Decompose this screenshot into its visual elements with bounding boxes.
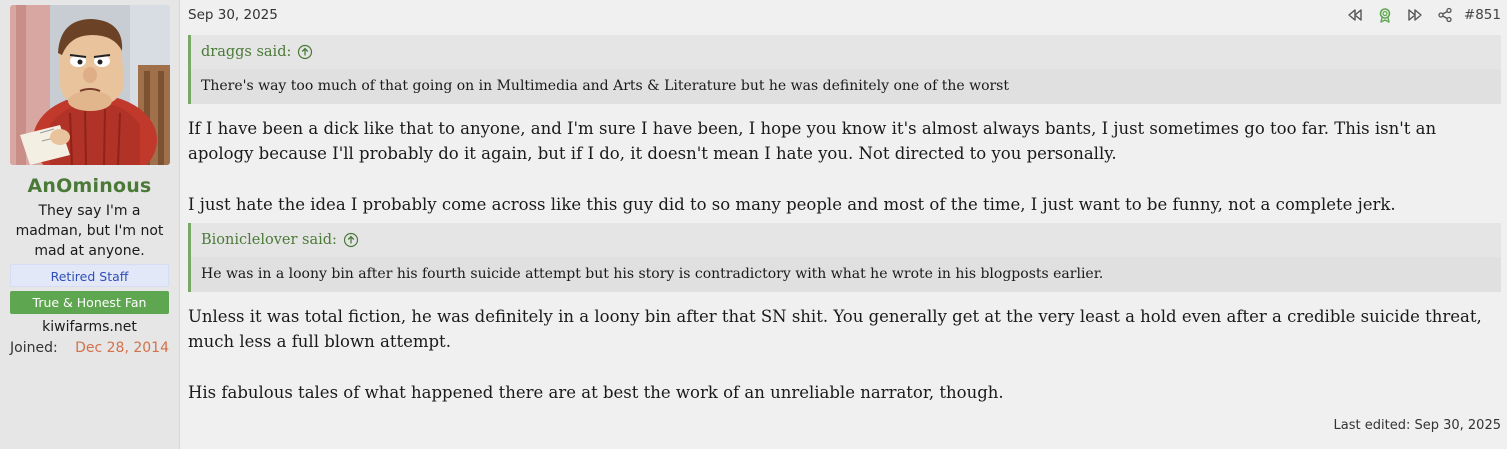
avatar-image [10,5,170,165]
quote-text: He was in a loony bin after his fourth s… [191,257,1501,292]
fast-forward-icon[interactable] [1400,6,1430,24]
quote-author-link[interactable]: draggs said: [201,44,291,60]
retired-staff-banner: Retired Staff [10,264,169,287]
quote-block: draggs said: There's way too much of tha… [188,35,1501,104]
award-icon[interactable] [1370,6,1400,24]
quote-block: Bioniclelover said: He was in a loony bi… [188,223,1501,292]
post-header: Sep 30, 2025 #851 [188,6,1501,24]
rewind-icon[interactable] [1340,6,1370,24]
username[interactable]: AnOminous [10,175,169,197]
forum-post: AnOminous They say I'm a madman, but I'm… [0,0,1507,449]
post-paragraph: His fabulous tales of what happened ther… [188,383,1004,402]
user-site: kiwifarms.net [42,319,137,335]
post-body: Sep 30, 2025 #851 draggs said: There's w… [180,0,1507,449]
post-paragraph: If I have been a dick like that to anyon… [188,119,1437,163]
quote-header: Bioniclelover said: [191,223,1501,257]
quote-text: There's way too much of that going on in… [191,69,1501,104]
user-sidebar: AnOminous They say I'm a madman, but I'm… [0,0,180,449]
quote-author-link[interactable]: Bioniclelover said: [201,232,337,248]
post-paragraph: Unless it was total fiction, he was defi… [188,307,1482,351]
joined-date: Dec 28, 2014 [75,340,169,356]
jump-up-icon[interactable] [297,44,313,60]
avatar[interactable] [10,5,170,165]
share-icon[interactable] [1430,6,1460,24]
jump-up-icon[interactable] [343,232,359,248]
post-date[interactable]: Sep 30, 2025 [188,7,278,23]
post-paragraph: I just hate the idea I probably come acr… [188,195,1396,214]
user-title: They say I'm a madman, but I'm not mad a… [15,203,164,259]
joined-row: Joined: Dec 28, 2014 [10,340,169,356]
quote-header: draggs said: [191,35,1501,69]
post-number[interactable]: #851 [1464,7,1501,23]
post-actions: #851 [1340,6,1501,24]
last-edited: Last edited: Sep 30, 2025 [1333,418,1501,433]
joined-label: Joined: [10,340,58,356]
true-honest-fan-banner: True & Honest Fan [10,291,169,314]
